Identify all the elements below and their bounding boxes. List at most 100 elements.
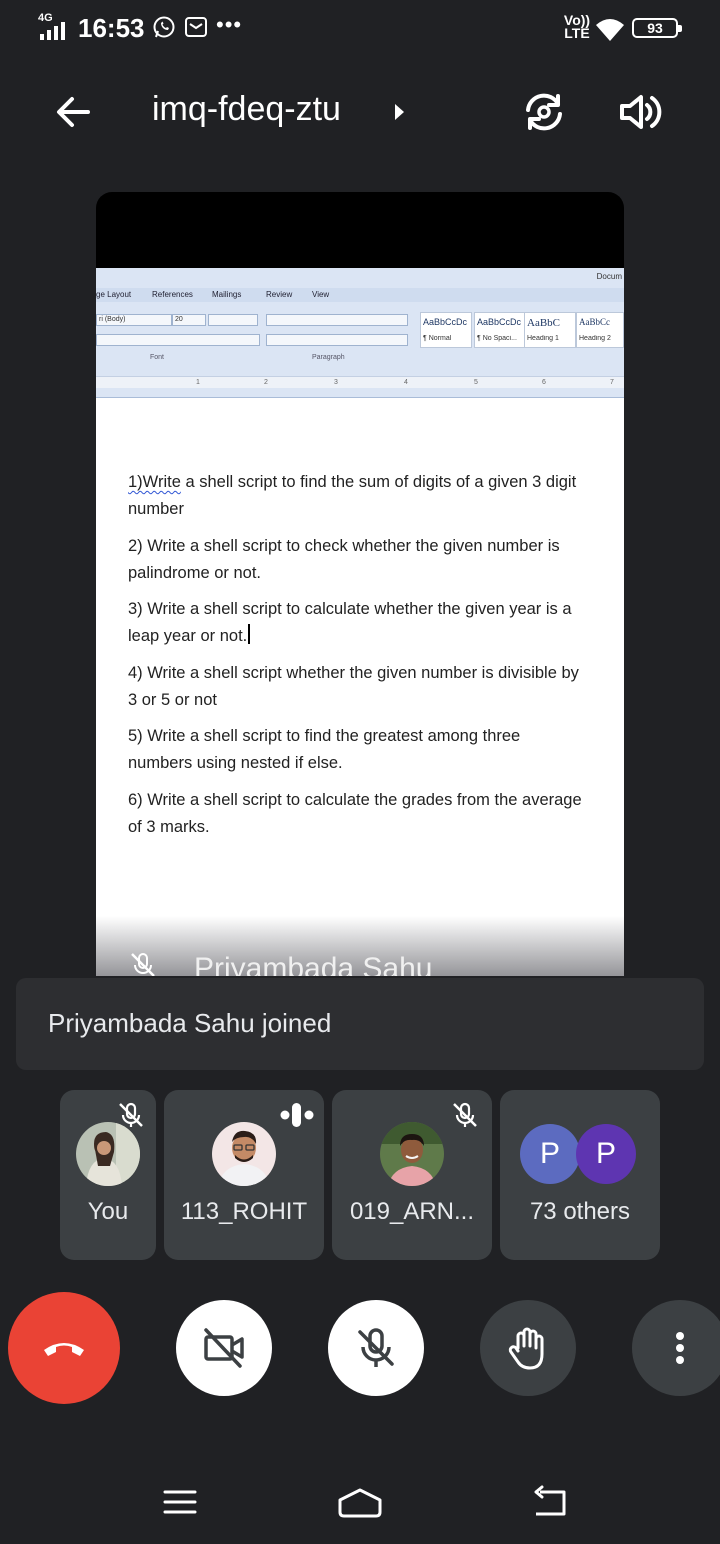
network-indicator: 4G: [38, 12, 72, 42]
ribbon-tab-page-layout: ge Layout: [96, 290, 132, 299]
audio-output-button[interactable]: [616, 88, 664, 136]
ruler-number: 5: [474, 379, 478, 386]
style-name: ¶ No Spaci...: [477, 335, 517, 342]
ribbon-tab-review: Review: [266, 290, 293, 299]
volte-bottom-label: LTE: [564, 25, 590, 41]
doc-item-3-text: 3) Write a shell script to calculate whe…: [128, 600, 572, 645]
battery-level: 93: [647, 20, 663, 36]
doc-item-3: 3) Write a shell script to calculate whe…: [128, 596, 588, 650]
volte-indicator: Vo)) LTE: [562, 13, 592, 41]
style-sample: AaBbCcDc: [423, 317, 468, 327]
ribbon-tab-references: References: [152, 290, 193, 299]
camera-off-icon: [204, 1328, 244, 1368]
font-size-box: 20: [172, 314, 206, 326]
more-vert-icon: [676, 1332, 684, 1364]
ruler: 1 2 3 4 5 6 7: [96, 376, 624, 388]
whatsapp-icon: [153, 16, 175, 38]
back-button[interactable]: [48, 88, 96, 136]
home-button[interactable]: [336, 1478, 384, 1526]
home-icon: [338, 1488, 382, 1518]
style-normal: AaBbCcDc ¶ Normal: [420, 312, 472, 348]
wifi-icon: [596, 19, 624, 41]
mic-off-icon: [131, 953, 155, 976]
end-call-icon: [44, 1343, 84, 1356]
back-arrow-icon: [57, 97, 90, 127]
camera-toggle-button[interactable]: [176, 1300, 272, 1396]
participant-name: 113_ROHIT: [180, 1198, 308, 1225]
status-time: 16:53: [78, 13, 145, 43]
recents-button[interactable]: [156, 1478, 204, 1526]
ribbon-tab-mailings: Mailings: [212, 290, 242, 299]
participant-tile-rohit[interactable]: 113_ROHIT: [164, 1090, 324, 1260]
status-bar: 4G 16:53 ••• Vo)) LTE 93: [0, 0, 720, 56]
doc-item-1: 1)Write a shell script to find the sum o…: [128, 469, 588, 523]
list-buttons-row: [266, 314, 408, 326]
join-notification: Priyambada Sahu joined: [16, 978, 704, 1070]
more-notifications: •••: [216, 12, 243, 37]
participant-tile-arn[interactable]: 019_ARN...: [332, 1090, 492, 1260]
join-message: Priyambada Sahu joined: [48, 1008, 332, 1038]
avatar-photo: [76, 1122, 140, 1186]
initial-avatar: P: [520, 1124, 580, 1184]
font-group-label: Font: [150, 354, 165, 361]
network-type: 4G: [38, 12, 53, 24]
presentation-tile[interactable]: Docum ge Layout References Mailings Revi…: [96, 192, 624, 976]
caret-right-icon[interactable]: [392, 102, 406, 122]
avatar: [76, 1122, 140, 1186]
style-sample: AaBbCcDc: [477, 317, 522, 327]
message-icon: [185, 17, 207, 37]
avatar-photo: [380, 1122, 444, 1186]
paragraph-group-label: Paragraph: [312, 354, 345, 361]
style-sample: AaBbC: [527, 317, 560, 329]
ribbon-tab-view: View: [312, 290, 330, 299]
align-buttons-row: [266, 334, 408, 346]
more-options-button[interactable]: [632, 1300, 720, 1396]
mic-off-icon: [453, 1102, 477, 1127]
ruler-number: 3: [334, 379, 338, 386]
mic-toggle-button[interactable]: [328, 1300, 424, 1396]
meeting-top-bar: imq-fdeq-ztu: [0, 76, 720, 148]
end-call-button[interactable]: [8, 1292, 120, 1404]
ruler-number: 1: [196, 379, 200, 386]
window-title: Docum: [596, 272, 622, 281]
mic-off-icon: [358, 1328, 394, 1367]
menu-icon: [163, 1490, 197, 1514]
presenter-name: Priyambada Sahu: [194, 952, 433, 976]
raise-hand-button[interactable]: [480, 1300, 576, 1396]
style-name: ¶ Normal: [423, 335, 452, 342]
ruler-number: 4: [404, 379, 408, 386]
switch-camera-button[interactable]: [520, 88, 568, 136]
initial-avatar: P: [576, 1124, 636, 1184]
participant-name: 019_ARN...: [349, 1198, 475, 1225]
text-cursor: [248, 624, 250, 644]
shared-document-window: Docum ge Layout References Mailings Revi…: [96, 268, 624, 976]
participant-tile-you[interactable]: You: [60, 1090, 156, 1260]
style-heading-2: AaBbCc Heading 2: [576, 312, 624, 348]
avatar: [380, 1122, 444, 1186]
style-sample: AaBbCc: [579, 317, 610, 327]
speaking-indicator-icon: [280, 1103, 314, 1127]
participant-name: You: [87, 1198, 129, 1225]
document-page: 1)Write a shell script to find the sum o…: [96, 399, 624, 976]
ribbon-tabs: ge Layout References Mailings Review Vie…: [96, 288, 624, 302]
switch-camera-icon: [526, 93, 562, 131]
first-word: 1)Write: [128, 473, 181, 491]
ribbon-body: ri (Body) 20 Font Paragraph AaBbCcDc ¶ N…: [96, 304, 624, 376]
font-name-box: ri (Body): [96, 314, 172, 326]
participant-tile-others[interactable]: P P 73 others: [500, 1090, 660, 1260]
style-name: Heading 1: [527, 335, 559, 342]
style-heading-1: AaBbC Heading 1: [524, 312, 576, 348]
font-format-row: [96, 334, 260, 346]
doc-item-4: 4) Write a shell script whether the give…: [128, 664, 579, 709]
participant-name: 73 others: [529, 1198, 631, 1225]
ruler-number: 2: [264, 379, 268, 386]
battery-icon: 93: [632, 18, 682, 38]
presenter-overlay: Priyambada Sahu: [96, 916, 624, 976]
back-icon: [534, 1485, 566, 1516]
style-name: Heading 2: [579, 335, 611, 342]
speaker-icon: [620, 95, 662, 129]
system-back-button[interactable]: [526, 1478, 574, 1526]
raise-hand-icon: [508, 1327, 544, 1370]
meeting-code[interactable]: imq-fdeq-ztu: [152, 90, 341, 129]
word-ribbon: Docum ge Layout References Mailings Revi…: [96, 268, 624, 398]
